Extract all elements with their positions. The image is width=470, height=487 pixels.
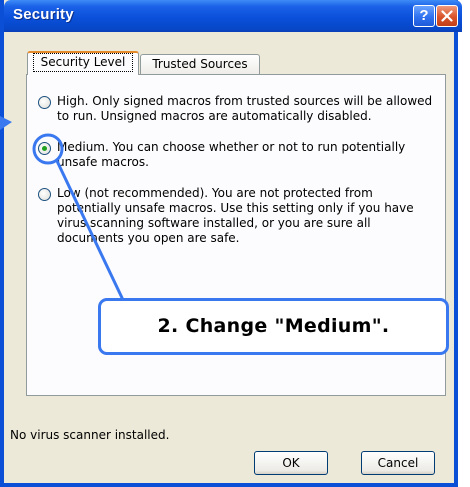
radio-low-label: Low (not recommended). You are not prote… bbox=[57, 186, 414, 245]
ok-button[interactable]: OK bbox=[254, 451, 328, 475]
close-button[interactable] bbox=[436, 5, 458, 27]
tab-security-level[interactable]: Security Level bbox=[27, 51, 139, 75]
radio-high-button[interactable] bbox=[38, 96, 51, 109]
help-icon: ? bbox=[419, 7, 429, 24]
tab-trusted-sources[interactable]: Trusted Sources bbox=[140, 54, 260, 76]
help-button[interactable]: ? bbox=[413, 5, 435, 27]
instruction-callout: 2. Change "Medium". bbox=[98, 298, 449, 355]
tab-trusted-sources-label: Trusted Sources bbox=[152, 57, 248, 71]
radio-low-button[interactable] bbox=[38, 188, 51, 201]
close-icon bbox=[441, 10, 453, 22]
window-title: Security bbox=[13, 6, 74, 23]
radio-selected-dot bbox=[42, 146, 47, 151]
radio-high-label: High. Only signed macros from trusted so… bbox=[57, 94, 433, 123]
tab-security-level-label: Security Level bbox=[33, 53, 133, 72]
status-text: No virus scanner installed. bbox=[10, 428, 170, 442]
title-bar: Security ? bbox=[4, 0, 462, 32]
cancel-button[interactable]: Cancel bbox=[361, 451, 435, 475]
radio-medium-label: Medium. You can choose whether or not to… bbox=[57, 140, 406, 169]
radio-medium-button[interactable] bbox=[38, 142, 51, 155]
